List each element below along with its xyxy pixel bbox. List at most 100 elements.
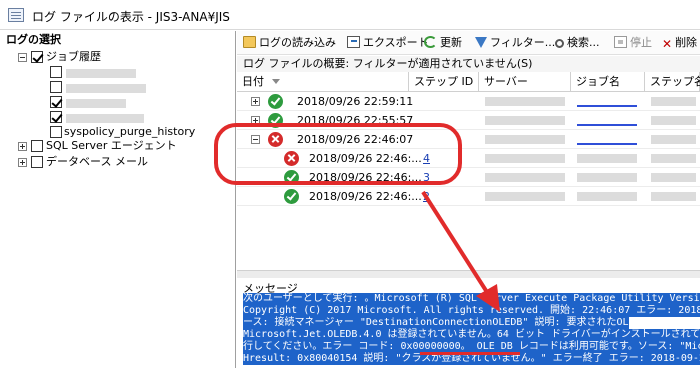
load-log-label: ログの読み込み [259,36,336,49]
redacted-job-name [577,192,637,201]
redacted-server [485,97,565,106]
database-mail-checkbox[interactable] [31,156,43,168]
redacted-job-name [66,84,146,93]
row-date: 2018/09/26 22:59:11 [297,95,414,108]
table-row[interactable]: 2018/09/26 22:46:... 2 [237,187,700,206]
table-row[interactable]: 2018/09/26 22:46:07 [237,130,700,149]
message-line: 次のユーザーとして実行: 。Microsoft (R) SQL Server E… [243,293,700,305]
success-icon [284,170,299,185]
redacted-job-name [66,99,126,108]
redacted-step-name [651,116,696,125]
sql-agent-checkbox[interactable] [31,140,43,152]
search-button[interactable]: 検索... [555,35,600,51]
search-label: 検索... [567,36,600,49]
job-checkbox-1[interactable] [50,66,62,78]
table-row[interactable]: 2018/09/26 22:55:57 [237,111,700,130]
redacted-step-name [651,192,696,201]
log-summary: ログ ファイルの概要: フィルターが適用されていません(S) [237,56,700,72]
sort-descending-icon [272,79,280,84]
table-row[interactable]: 2018/09/26 22:59:11 [237,92,700,111]
refresh-button[interactable]: 更新 [424,35,462,51]
column-date-label: 日付 [242,75,264,88]
redacted-step-name [651,135,696,144]
column-header-date[interactable]: 日付 [237,72,409,92]
delete-label: 削除 [675,36,698,49]
collapse-row-icon[interactable] [251,135,260,144]
tree-item-database-mail[interactable]: データベース メール [46,155,148,169]
stop-icon [614,36,627,48]
stop-button[interactable]: 停止 [614,35,652,51]
collapse-job-history-icon[interactable] [18,53,27,62]
highlight-underline [420,352,520,355]
redacted-step-name [651,97,696,106]
filter-icon [475,37,487,48]
syspolicy-checkbox[interactable] [50,126,62,138]
column-header-server[interactable]: サーバー [479,72,571,92]
row-date: 2018/09/26 22:46:... [309,152,422,165]
redacted-server [485,173,565,182]
log-selection-pane: ログの選択 ジョブ履歴 syspolicy_purge_history SQL … [0,31,236,368]
redacted-step-name [651,173,696,182]
success-icon [268,113,283,128]
column-header-step-id[interactable]: ステップ ID [409,72,479,92]
column-header-step-name[interactable]: ステップ名 [645,72,700,92]
stop-label: 停止 [630,36,652,49]
row-date: 2018/09/26 22:46:... [309,190,422,203]
refresh-icon [424,36,437,48]
job-checkbox-2[interactable] [50,81,62,93]
expand-database-mail-icon[interactable] [18,158,27,167]
row-date: 2018/09/26 22:55:57 [297,114,414,127]
table-row[interactable]: 2018/09/26 22:46:... 4 [237,149,700,168]
tree-item-syspolicy-purge-history[interactable]: syspolicy_purge_history [64,125,195,139]
export-button[interactable]: エクスポート [347,35,429,51]
log-selection-heading: ログの選択 [6,33,61,46]
log-grid: 2018/09/26 22:59:11 2018/09/26 22:55:57 … [237,92,700,270]
folder-icon [243,36,256,48]
redacted-job-name [66,114,144,123]
row-date: 2018/09/26 22:46:... [309,171,422,184]
table-row[interactable]: 2018/09/26 22:46:... 3 [237,168,700,187]
job-history-checkbox[interactable] [31,51,43,63]
expand-row-icon[interactable] [251,97,260,106]
step-id-link[interactable]: 2 [423,187,430,206]
error-icon [284,151,299,166]
load-log-button[interactable]: ログの読み込み [243,35,336,51]
step-id-link[interactable]: 4 [423,149,430,168]
job-checkbox-4[interactable] [50,111,62,123]
column-header-job-name[interactable]: ジョブ名 [571,72,645,92]
job-name-link[interactable] [577,105,637,107]
export-label: エクスポート [363,36,429,49]
job-name-link[interactable] [577,124,637,126]
grid-header: 日付 ステップ ID サーバー ジョブ名 ステップ名 [237,72,700,92]
redacted-server [485,192,565,201]
pane-splitter[interactable] [237,270,700,278]
delete-icon: ✕ [662,37,673,51]
success-icon [268,94,283,109]
job-name-link[interactable] [577,143,637,145]
job-checkbox-3[interactable] [50,96,62,108]
toolbar: ログの読み込み エクスポート 更新 フィルター... 検索... 停止 ✕ 削除 [237,31,700,55]
redacted-server [485,135,565,144]
message-text[interactable]: 次のユーザーとして実行: 。Microsoft (R) SQL Server E… [243,293,700,368]
title-bar: ログ ファイルの表示 - JIS3-ANA¥JIS [0,0,700,30]
tree-item-sql-server-agent[interactable]: SQL Server エージェント [46,139,177,153]
window-title: ログ ファイルの表示 - JIS3-ANA¥JIS [32,10,230,24]
expand-row-icon[interactable] [251,116,260,125]
filter-label: フィルター... [490,36,556,49]
message-line: Microsoft.Jet.OLEDB.4.0 は登録されていません。64 ビッ… [243,329,700,341]
redacted-server [485,116,565,125]
expand-sql-agent-icon[interactable] [18,142,27,151]
redacted-job-name [66,69,136,78]
step-id-link[interactable]: 3 [423,168,430,187]
export-icon [347,36,360,48]
redacted-job-name [577,154,637,163]
message-line: Copyright (C) 2017 Microsoft. All rights… [243,305,700,317]
success-icon [284,189,299,204]
redacted-job-name [577,173,637,182]
delete-button[interactable]: ✕ 削除 [662,35,697,51]
tree-item-job-history[interactable]: ジョブ履歴 [46,50,101,64]
redacted-step-name [651,154,696,163]
filter-button[interactable]: フィルター... [475,35,555,51]
row-date: 2018/09/26 22:46:07 [297,133,414,146]
redacted-server [485,154,565,163]
